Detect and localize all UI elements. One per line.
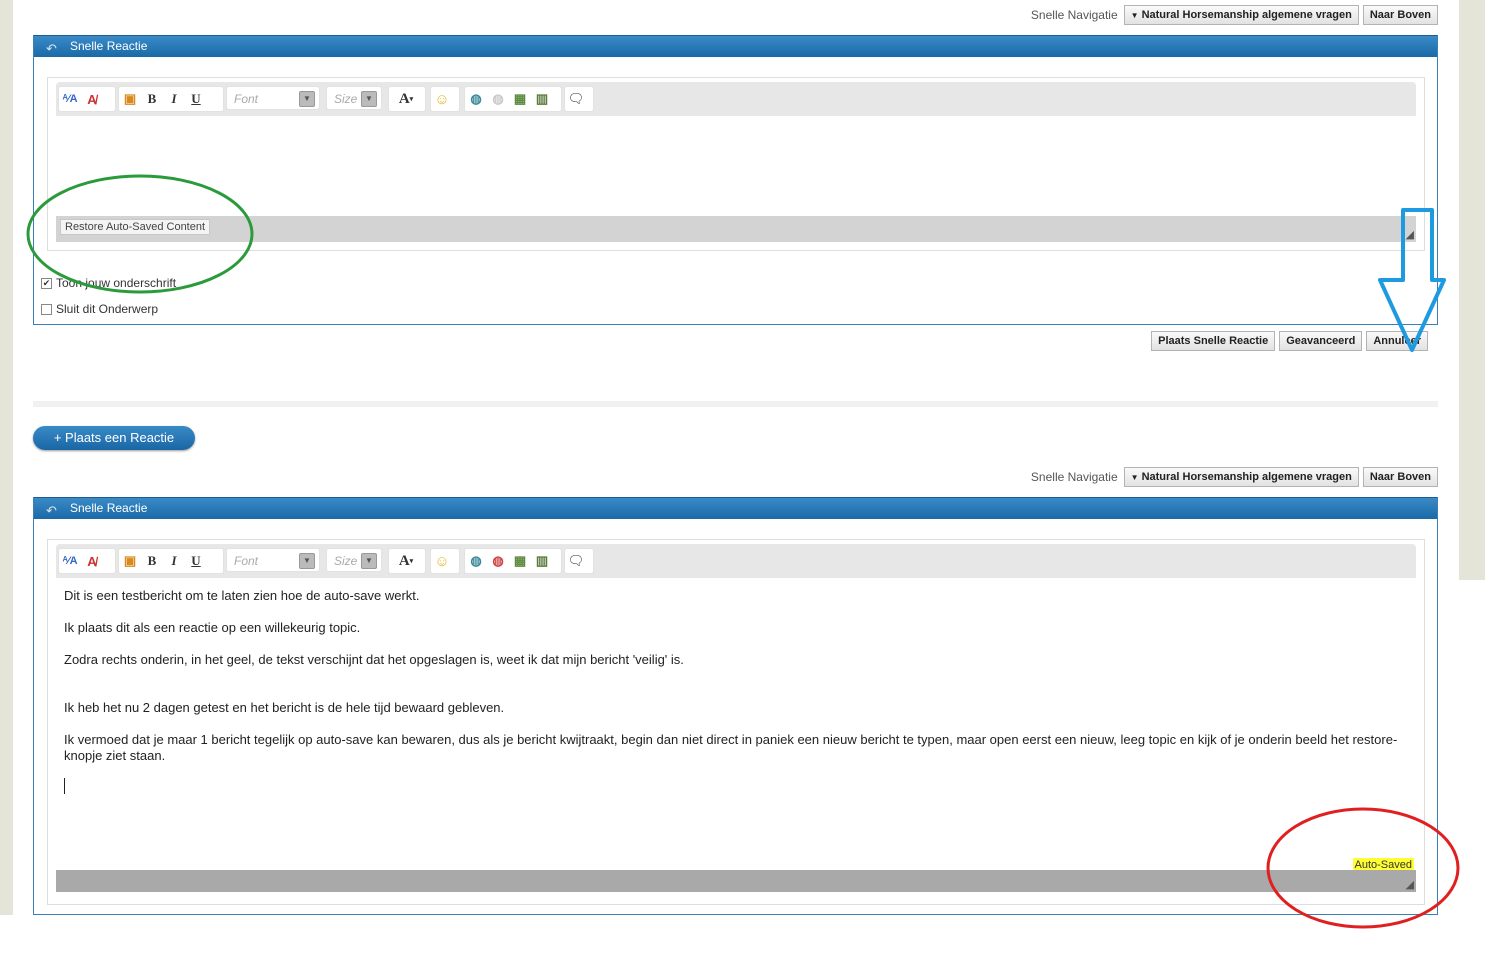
green-circle-annotation (26, 174, 254, 294)
blue-arrow-annotation (1378, 208, 1446, 352)
annotation-overlay (26, 174, 1460, 929)
red-circle-annotation (1266, 807, 1460, 929)
